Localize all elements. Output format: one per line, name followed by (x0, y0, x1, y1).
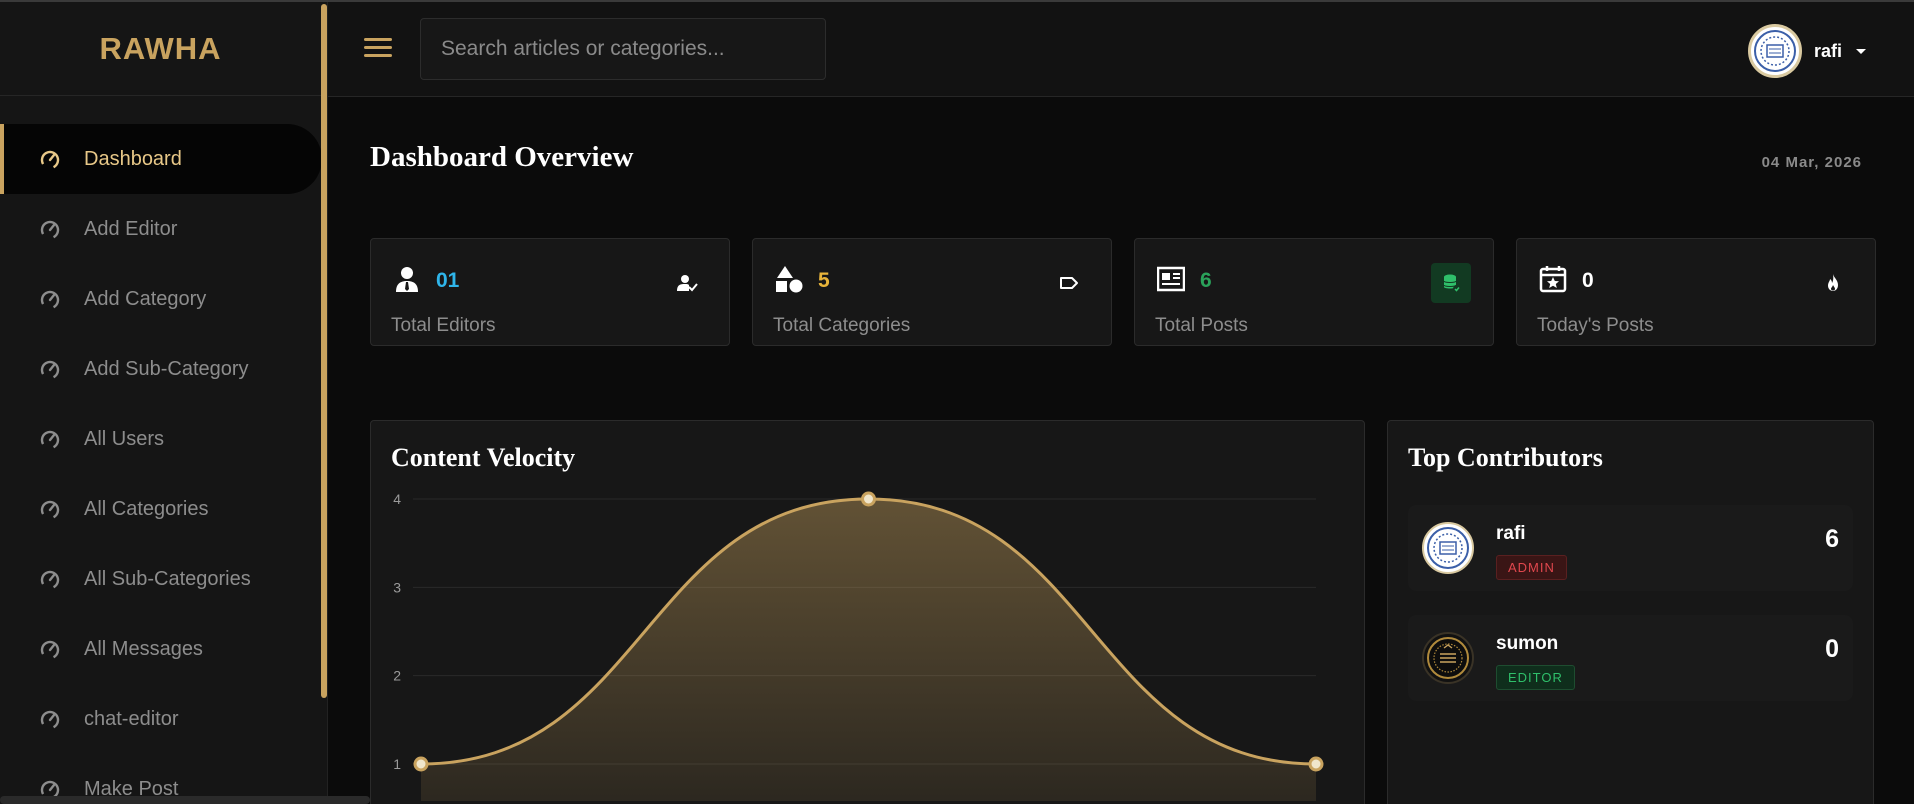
sidebar-nav: Dashboard Add Editor Add Category Add Su… (0, 96, 327, 804)
user-check-icon (667, 263, 707, 303)
sidebar-item-add-editor[interactable]: Add Editor (0, 194, 327, 264)
user-name: rafi (1813, 40, 1842, 61)
seal-logo-icon (1753, 30, 1796, 72)
avatar (1747, 24, 1802, 78)
stat-label: Today's Posts (1537, 315, 1654, 336)
user-tie-icon (396, 267, 418, 292)
data-point[interactable] (1308, 756, 1324, 772)
stat-label: Total Editors (391, 315, 496, 336)
contributor-name: rafi (1496, 523, 1526, 544)
gauge-icon (38, 147, 62, 171)
sidebar-item-chat-editor[interactable]: chat-editor (0, 684, 327, 754)
avatar (1422, 632, 1474, 684)
top-contributors-panel: Top Contributors rafi ADMIN 6 sumon EDIT… (1387, 420, 1874, 804)
sidebar-item-dashboard[interactable]: Dashboard (0, 124, 322, 194)
gauge-icon (38, 707, 62, 731)
stat-value: 6 (1200, 269, 1212, 292)
y-tick-label: 1 (393, 756, 401, 772)
sidebar-item-all-messages[interactable]: All Messages (0, 614, 327, 684)
tag-icon (1049, 263, 1089, 303)
sidebar-item-label: Dashboard (84, 147, 182, 170)
gauge-icon (38, 497, 62, 521)
panel-title: Top Contributors (1408, 443, 1603, 472)
gauge-icon (38, 427, 62, 451)
sidebar-item-label: Add Category (84, 287, 207, 310)
stat-card-categories[interactable]: 5 Total Categories (752, 238, 1112, 346)
stat-value: 5 (818, 269, 830, 292)
contributor-item[interactable]: sumon EDITOR 0 (1408, 615, 1853, 701)
search-input[interactable] (420, 18, 826, 80)
data-point[interactable] (413, 756, 429, 772)
brand-logo-text: RAWHA (99, 30, 222, 66)
sidebar-item-label: chat-editor (84, 707, 179, 730)
horizontal-scrollbar[interactable] (0, 796, 370, 804)
sidebar-item-all-users[interactable]: All Users (0, 404, 327, 474)
sidebar-item-all-sub-categories[interactable]: All Sub-Categories (0, 544, 327, 614)
stat-value: 0 (1582, 269, 1594, 292)
data-point[interactable] (861, 491, 876, 507)
main-content: Dashboard Overview 04 Mar, 2026 01 Total… (328, 97, 1914, 804)
gauge-icon (38, 637, 62, 661)
newspaper-icon (1157, 266, 1185, 292)
sidebar-item-label: All Users (84, 427, 165, 450)
chevron-down-icon (1856, 48, 1866, 54)
role-badge: ADMIN (1496, 555, 1567, 580)
sidebar-item-label: Add Sub-Category (84, 357, 249, 380)
content-velocity-panel: Content Velocity 1234 (370, 420, 1365, 804)
app: RAWHA Dashboard Add Editor Add Category … (0, 0, 1914, 804)
y-tick-label: 4 (393, 491, 401, 507)
stat-card-today-posts[interactable]: 0 Today's Posts (1516, 238, 1876, 346)
calendar-star-icon (1539, 266, 1567, 293)
user-menu[interactable]: rafi (1747, 24, 1866, 78)
velocity-area (421, 499, 1316, 801)
current-date: 04 Mar, 2026 (1761, 154, 1862, 171)
fire-icon (1813, 263, 1853, 303)
page-title: Dashboard Overview (370, 141, 634, 173)
contributor-name: sumon (1496, 633, 1559, 654)
avatar (1422, 522, 1474, 574)
menu-toggle-icon[interactable] (364, 38, 392, 60)
stat-card-posts[interactable]: 6 Total Posts (1134, 238, 1494, 346)
stat-value: 01 (436, 269, 460, 292)
sidebar-item-add-category[interactable]: Add Category (0, 264, 327, 334)
sidebar-item-all-categories[interactable]: All Categories (0, 474, 327, 544)
stat-label: Total Posts (1155, 315, 1248, 336)
shapes-icon (776, 266, 803, 293)
database-check-icon (1431, 263, 1471, 303)
emblem-logo-icon (1427, 637, 1469, 679)
role-badge: EDITOR (1496, 665, 1575, 690)
sidebar-item-label: All Categories (84, 497, 209, 520)
top-header: rafi (328, 2, 1914, 97)
gauge-icon (38, 567, 62, 591)
velocity-chart: 1 2 3 4 (393, 491, 1324, 801)
brand[interactable]: RAWHA (0, 2, 327, 96)
sidebar-item-label: All Sub-Categories (84, 567, 251, 590)
y-tick-label: 3 (393, 579, 401, 595)
stat-card-editors[interactable]: 01 Total Editors (370, 238, 730, 346)
y-tick-label: 2 (393, 668, 401, 684)
seal-logo-icon (1427, 527, 1469, 569)
sidebar-scrollbar[interactable] (321, 4, 327, 698)
contributor-count: 6 (1825, 525, 1839, 553)
contributor-item[interactable]: rafi ADMIN 6 (1408, 505, 1853, 591)
stat-label: Total Categories (773, 315, 911, 336)
sidebar-item-label: Add Editor (84, 217, 178, 240)
sidebar-item-add-sub-category[interactable]: Add Sub-Category (0, 334, 327, 404)
gauge-icon (38, 217, 62, 241)
gauge-icon (38, 357, 62, 381)
contributor-count: 0 (1825, 635, 1839, 663)
sidebar: RAWHA Dashboard Add Editor Add Category … (0, 2, 328, 804)
gauge-icon (38, 287, 62, 311)
sidebar-item-label: All Messages (84, 637, 203, 660)
